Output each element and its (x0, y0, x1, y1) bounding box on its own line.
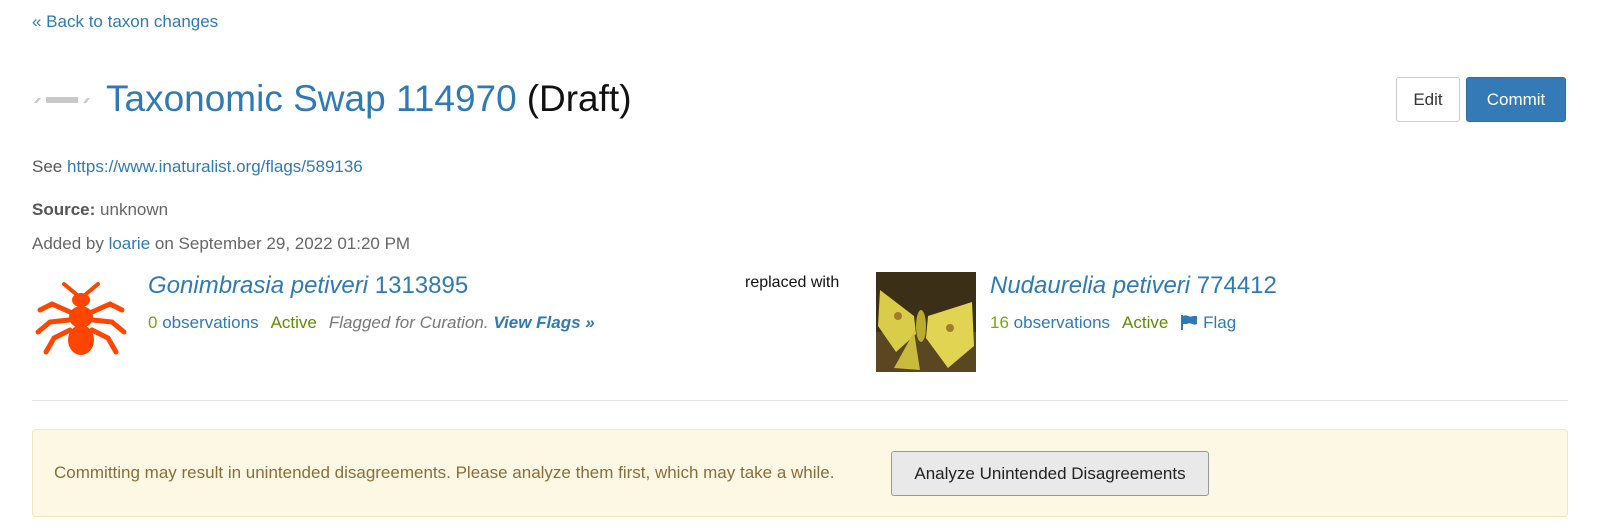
flagged-note: Flagged for Curation. View Flags » (329, 313, 595, 333)
source-status-badge: Active (270, 313, 317, 332)
target-obs-label: observations (1013, 313, 1111, 332)
source-value: unknown (100, 200, 169, 219)
flag-icon (1181, 315, 1198, 330)
see-reference: See https://www.inaturalist.org/flags/58… (32, 157, 363, 177)
section-divider (32, 400, 1568, 401)
added-prefix: Added by (32, 234, 104, 253)
warning-alert: Committing may result in unintended disa… (32, 429, 1568, 517)
source-taxon-name: Gonimbrasia petiveri (148, 272, 369, 299)
alert-message: Committing may result in unintended disa… (54, 463, 835, 482)
added-by-line: Added by loarie on September 29, 2022 01… (32, 234, 410, 254)
source-label: Source: (32, 200, 96, 219)
target-obs-count: 16 (990, 313, 1009, 332)
added-user-link[interactable]: loarie (109, 234, 151, 253)
target-taxon-name: Nudaurelia petiveri (990, 272, 1191, 299)
flag-link[interactable]: Flag (1180, 313, 1236, 333)
back-to-taxon-changes-link[interactable]: « Back to taxon changes (32, 12, 218, 32)
taxonomic-swap-icon (34, 97, 90, 103)
source-obs-label: observations (162, 313, 259, 332)
taxon-change-title-link[interactable]: Taxonomic Swap 114970 (106, 78, 517, 120)
edit-button[interactable]: Edit (1396, 77, 1460, 122)
target-taxon-link[interactable]: Nudaurelia petiveri 774412 (990, 272, 1277, 300)
source-obs-count: 0 (148, 313, 158, 332)
view-flags-link[interactable]: View Flags » (493, 313, 594, 332)
added-date: on September 29, 2022 01:20 PM (154, 234, 411, 253)
source-taxon-link[interactable]: Gonimbrasia petiveri 1313895 (148, 272, 468, 300)
flag-label: Flag (1203, 313, 1237, 332)
flag-url-link[interactable]: https://www.inaturalist.org/flags/589136 (67, 157, 363, 176)
replaced-with-label: replaced with (745, 274, 840, 291)
target-status-badge: Active (1122, 313, 1169, 332)
analyze-disagreements-button[interactable]: Analyze Unintended Disagreements (891, 451, 1209, 496)
source-taxon-meta: 0 observations Active Flagged for Curati… (148, 313, 595, 333)
moth-photo-icon (876, 272, 976, 372)
target-taxon-photo[interactable] (876, 272, 976, 372)
source-observations-link[interactable]: 0 observations (148, 313, 259, 333)
page-title: Taxonomic Swap 114970 (Draft) (32, 78, 632, 120)
source-line: Source: unknown (32, 200, 168, 220)
target-taxon-meta: 16 observations Active Flag (990, 313, 1236, 333)
target-taxon-id: 774412 (1196, 272, 1277, 299)
flagged-note-text: Flagged for Curation. (328, 313, 489, 332)
source-taxon-id: 1313895 (374, 272, 469, 299)
commit-button[interactable]: Commit (1466, 77, 1566, 122)
draft-status: (Draft) (526, 78, 632, 119)
see-prefix: See (32, 157, 63, 176)
target-observations-link[interactable]: 16 observations (990, 313, 1110, 333)
insect-icon (35, 282, 127, 355)
